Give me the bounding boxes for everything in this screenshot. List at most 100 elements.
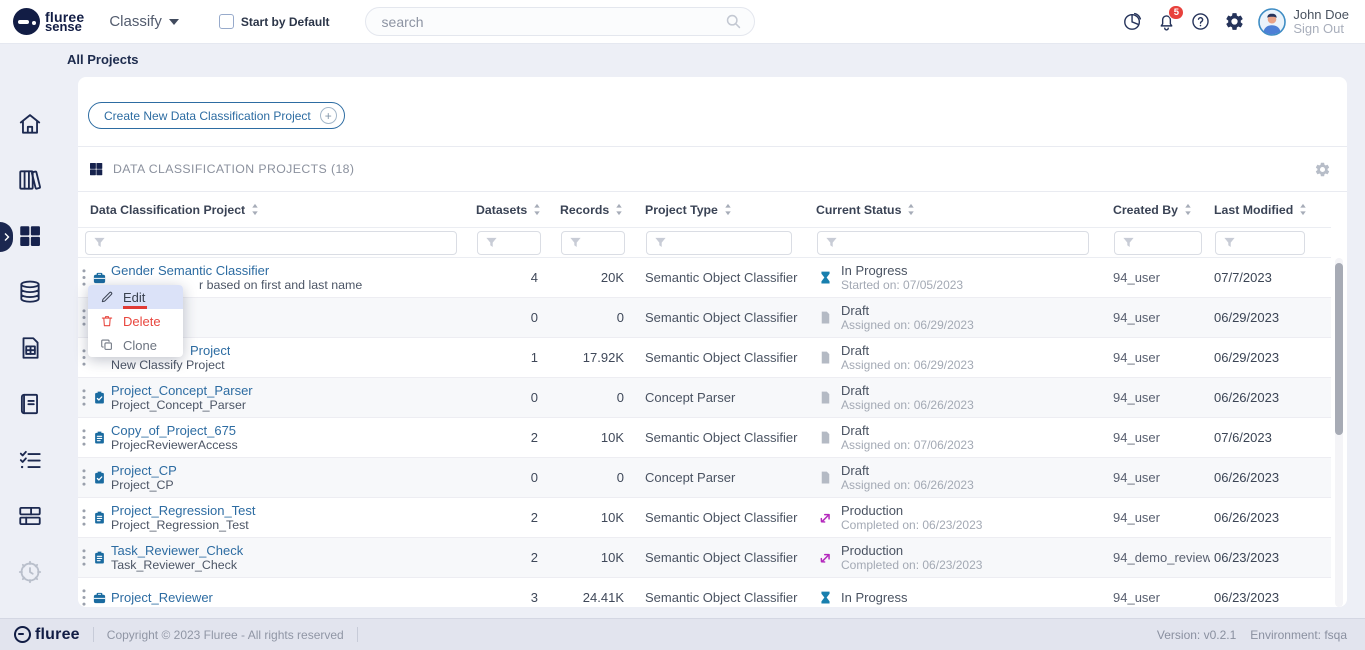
- table-row: Project New Classify Project 1 17.92K Se…: [78, 338, 1331, 378]
- footer-logo-text: fluree: [35, 626, 80, 644]
- footer-environment: Environment: fsqa: [1250, 628, 1347, 642]
- status-detail: Assigned on: 06/26/2023: [841, 478, 974, 492]
- datasets-value: 1: [470, 338, 548, 377]
- status-icon: [818, 269, 833, 286]
- project-name-link[interactable]: Project: [190, 343, 230, 358]
- table-settings-gear-icon[interactable]: [1314, 161, 1331, 178]
- project-name-link[interactable]: Copy_of_Project_675: [111, 423, 238, 438]
- table-row: Project_Concept_Parser Project_Concept_P…: [78, 378, 1331, 418]
- column-header-last-modified[interactable]: Last Modified: [1210, 192, 1331, 227]
- sidebar-item-servers[interactable]: [17, 503, 43, 529]
- create-project-button[interactable]: Create New Data Classification Project +: [88, 102, 345, 129]
- project-icon: [92, 390, 107, 405]
- sidebar-item-scheduled-settings[interactable]: [17, 559, 43, 585]
- app-switcher-dropdown[interactable]: Classify: [109, 13, 179, 30]
- project-icon: [92, 270, 107, 285]
- start-by-default-group: Start by Default: [219, 14, 330, 29]
- database-icon: [17, 279, 43, 305]
- status-label: In Progress: [841, 590, 907, 605]
- filter-last-modified-input[interactable]: [1215, 231, 1305, 255]
- records-value: 17.92K: [548, 338, 632, 377]
- records-value: 0: [548, 378, 632, 417]
- scrollbar-thumb[interactable]: [1335, 263, 1343, 435]
- status-icon: [818, 549, 833, 566]
- column-header-project[interactable]: Data Classification Project: [78, 192, 470, 227]
- row-actions-kebab-icon[interactable]: [81, 428, 88, 447]
- projects-card: Create New Data Classification Project +…: [78, 77, 1347, 607]
- plus-icon: +: [320, 107, 337, 124]
- footer-logo: fluree: [14, 626, 80, 644]
- help-icon[interactable]: [1190, 11, 1211, 32]
- global-search: [365, 7, 755, 36]
- last-modified-value: 06/26/2023: [1210, 498, 1331, 537]
- sidebar-item-notebook[interactable]: [17, 391, 43, 417]
- row-actions-kebab-icon[interactable]: [81, 348, 88, 367]
- footer: fluree Copyright © 2023 Fluree - All rig…: [0, 618, 1365, 650]
- project-name-link[interactable]: Task_Reviewer_Check: [111, 543, 243, 558]
- context-menu-edit[interactable]: Edit: [88, 285, 183, 309]
- status-detail: Assigned on: 06/29/2023: [841, 358, 974, 372]
- column-header-project-type[interactable]: Project Type: [632, 192, 812, 227]
- project-name-link[interactable]: Gender Semantic Classifier: [111, 263, 362, 278]
- notebook-icon: [17, 391, 43, 417]
- user-menu[interactable]: John Doe Sign Out: [1258, 8, 1349, 36]
- start-by-default-checkbox[interactable]: [219, 14, 234, 29]
- filter-datasets-input[interactable]: [477, 231, 541, 255]
- column-header-current-status[interactable]: Current Status: [812, 192, 1108, 227]
- last-modified-value: 06/26/2023: [1210, 458, 1331, 497]
- sort-icon: [1184, 203, 1192, 216]
- column-header-records[interactable]: Records: [548, 192, 632, 227]
- created-by-value: 94_user: [1108, 578, 1210, 607]
- context-menu-clone[interactable]: Clone: [88, 333, 183, 357]
- row-actions-kebab-icon[interactable]: [81, 588, 88, 607]
- status-icon: [818, 309, 833, 326]
- sidebar-item-tasks[interactable]: [17, 447, 43, 473]
- fluree-logo-icon: [14, 626, 31, 643]
- created-by-value: 94_user: [1108, 458, 1210, 497]
- sidebar-item-reports[interactable]: [17, 335, 43, 361]
- user-name: John Doe: [1293, 8, 1349, 22]
- chevron-right-icon: [4, 233, 10, 241]
- notifications-bell-icon[interactable]: 5: [1156, 11, 1177, 32]
- settings-gear-icon[interactable]: [1224, 11, 1245, 32]
- page-title: All Projects: [67, 52, 139, 67]
- column-header-datasets[interactable]: Datasets: [470, 192, 548, 227]
- filter-project-type-input[interactable]: [646, 231, 792, 255]
- status-detail: Assigned on: 06/29/2023: [841, 318, 974, 332]
- project-type-value: Semantic Object Classifier: [632, 418, 812, 457]
- search-input[interactable]: [366, 14, 725, 30]
- context-menu-delete[interactable]: Delete: [88, 309, 183, 333]
- row-actions-kebab-icon[interactable]: [81, 468, 88, 487]
- sidebar-nav: [0, 44, 60, 618]
- sidebar-item-home[interactable]: [17, 111, 43, 137]
- table-row: 0 0 Semantic Object Classifier Draft Ass…: [78, 298, 1331, 338]
- sidebar-item-library[interactable]: [17, 167, 43, 193]
- row-actions-kebab-icon[interactable]: [81, 508, 88, 527]
- sign-out-link[interactable]: Sign Out: [1293, 22, 1349, 36]
- app-switcher-label: Classify: [109, 13, 162, 30]
- notification-badge: 5: [1168, 5, 1184, 20]
- fluree-sense-logo[interactable]: fluree sense: [13, 8, 84, 35]
- project-name-link[interactable]: Project_Regression_Test: [111, 503, 256, 518]
- filter-records-input[interactable]: [561, 231, 625, 255]
- column-header-created-by[interactable]: Created By: [1108, 192, 1210, 227]
- project-name-link[interactable]: Project_Concept_Parser: [111, 383, 253, 398]
- filter-project-input[interactable]: [85, 231, 457, 255]
- clone-icon: [100, 338, 114, 352]
- project-name-link[interactable]: Project_Reviewer: [111, 590, 213, 605]
- row-actions-kebab-icon[interactable]: [81, 308, 88, 327]
- library-icon: [17, 167, 43, 193]
- status-icon: [818, 429, 833, 446]
- row-actions-kebab-icon[interactable]: [81, 268, 88, 287]
- filter-created-by-input[interactable]: [1114, 231, 1202, 255]
- filter-status-input[interactable]: [817, 231, 1089, 255]
- row-actions-kebab-icon[interactable]: [81, 388, 88, 407]
- footer-divider: [93, 627, 94, 642]
- project-name-link[interactable]: Project_CP: [111, 463, 177, 478]
- sidebar-item-datasets[interactable]: [17, 279, 43, 305]
- row-actions-kebab-icon[interactable]: [81, 548, 88, 567]
- status-label: In Progress: [841, 263, 963, 278]
- sidebar-item-projects[interactable]: [17, 223, 43, 249]
- analytics-icon[interactable]: [1122, 11, 1143, 32]
- project-type-value: Concept Parser: [632, 378, 812, 417]
